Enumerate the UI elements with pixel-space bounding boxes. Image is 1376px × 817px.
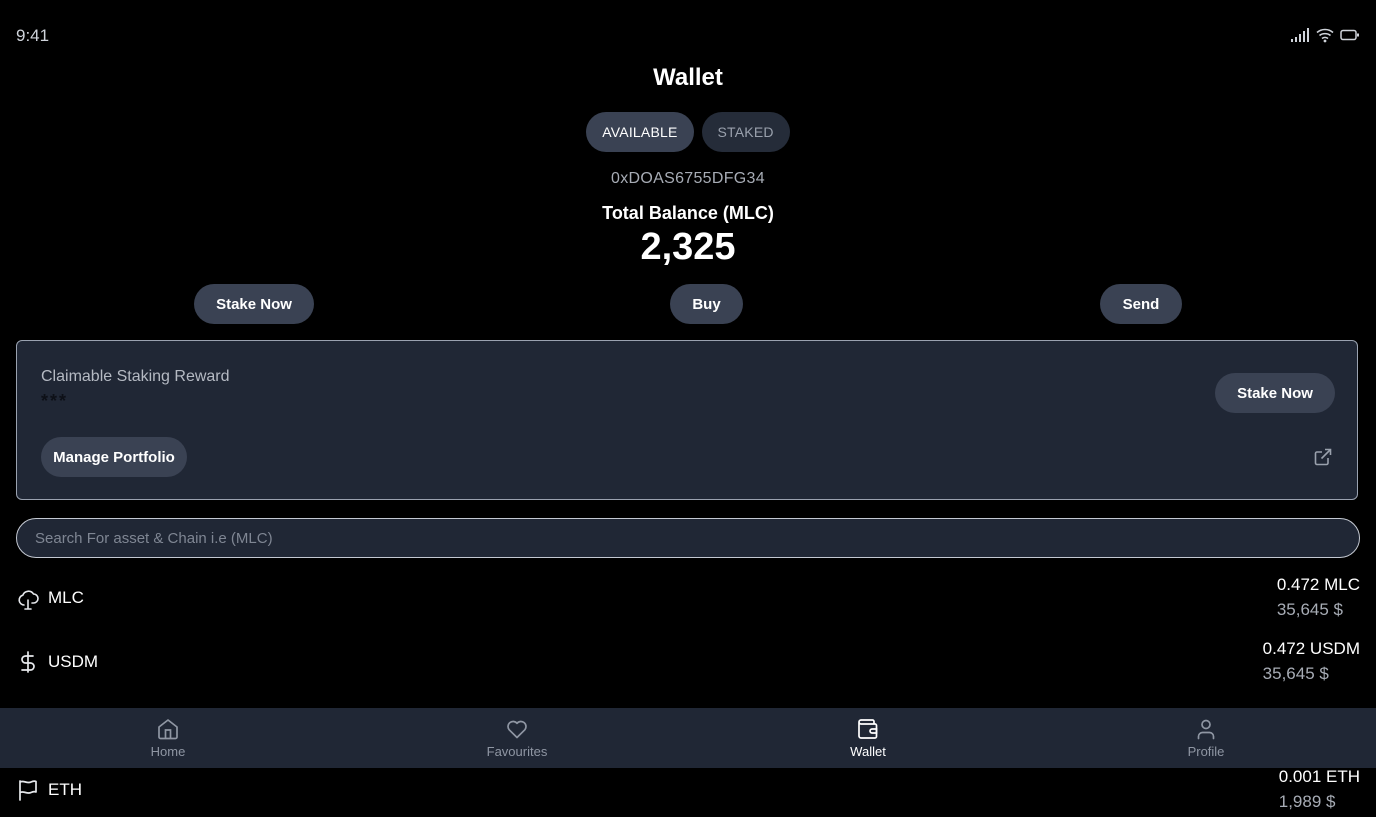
status-time: 9:41 [16,26,50,45]
reward-masked-value: *** [41,391,69,411]
asset-usd-value: 35,645 $ [1276,600,1344,619]
cloud-icon [18,590,39,610]
nav-favourites[interactable]: Favourites [472,708,562,768]
asset-usd-value: 35,645 $ [1262,664,1329,683]
nav-home[interactable]: Home [128,708,208,768]
asset-row-usdm[interactable]: USDM 0.472 USDM 35,645 $ [16,635,1360,689]
page-title: Wallet [653,64,723,91]
balance-value: 2,325 [640,226,736,268]
flag-icon [19,780,37,801]
status-icons [1290,27,1360,43]
signal-icon [1291,28,1309,42]
reward-label: Claimable Staking Reward [41,368,230,385]
bottom-navigation: Home Favourites Wallet Profile [0,708,1376,768]
asset-amount: 0.472 USDM [1262,639,1360,658]
nav-home-label: Home [150,744,186,759]
dollar-icon [21,651,35,673]
status-bar: 9:41 [0,0,1376,72]
asset-amount: 0.001 ETH [1278,767,1360,786]
heart-icon [507,720,527,739]
wifi-icon [1316,28,1334,43]
nav-wallet[interactable]: Wallet [828,708,908,768]
buy-button[interactable]: Buy [670,284,743,324]
asset-amounts: 0.001 ETH 1,989 $ [1279,767,1360,812]
wallet-address: 0xDOAS6755DFG34 [611,170,765,187]
asset-name: USDM [48,652,99,671]
manage-portfolio-button[interactable]: Manage Portfolio [41,437,187,477]
asset-row-mlc[interactable]: MLC 0.472 MLC 35,645 $ [16,571,1360,625]
asset-usd-value: 1,989 $ [1278,792,1336,811]
wallet-tabs: AVAILABLE STAKED [0,112,1376,152]
home-icon [158,719,178,740]
search-input[interactable] [33,528,1343,548]
send-button[interactable]: Send [1100,284,1182,324]
asset-row-eth[interactable]: ETH 0.001 ETH 1,989 $ [16,763,1360,817]
wallet-icon [858,719,878,739]
staking-reward-card: Claimable Staking Reward *** Stake Now M… [16,340,1358,500]
stake-now-button[interactable]: Stake Now [194,284,314,324]
external-link-icon[interactable] [1313,447,1333,467]
card-stake-now-button[interactable]: Stake Now [1215,373,1335,413]
asset-name: MLC [48,588,84,607]
nav-profile-label: Profile [1187,744,1225,759]
nav-favourites-label: Favourites [486,744,548,759]
balance-label: Total Balance (MLC) [602,203,774,223]
nav-wallet-label: Wallet [850,744,886,759]
asset-name: ETH [48,780,82,799]
asset-amounts: 0.472 MLC 35,645 $ [1277,575,1360,620]
tab-staked[interactable]: STAKED [701,112,790,152]
user-icon [1197,719,1215,740]
asset-amount: 0.472 MLC [1276,575,1360,594]
asset-amounts: 0.472 USDM 35,645 $ [1263,639,1360,684]
tab-available[interactable]: AVAILABLE [586,112,694,152]
nav-profile[interactable]: Profile [1166,708,1246,768]
asset-search [16,518,1360,558]
battery-icon [1340,29,1359,41]
